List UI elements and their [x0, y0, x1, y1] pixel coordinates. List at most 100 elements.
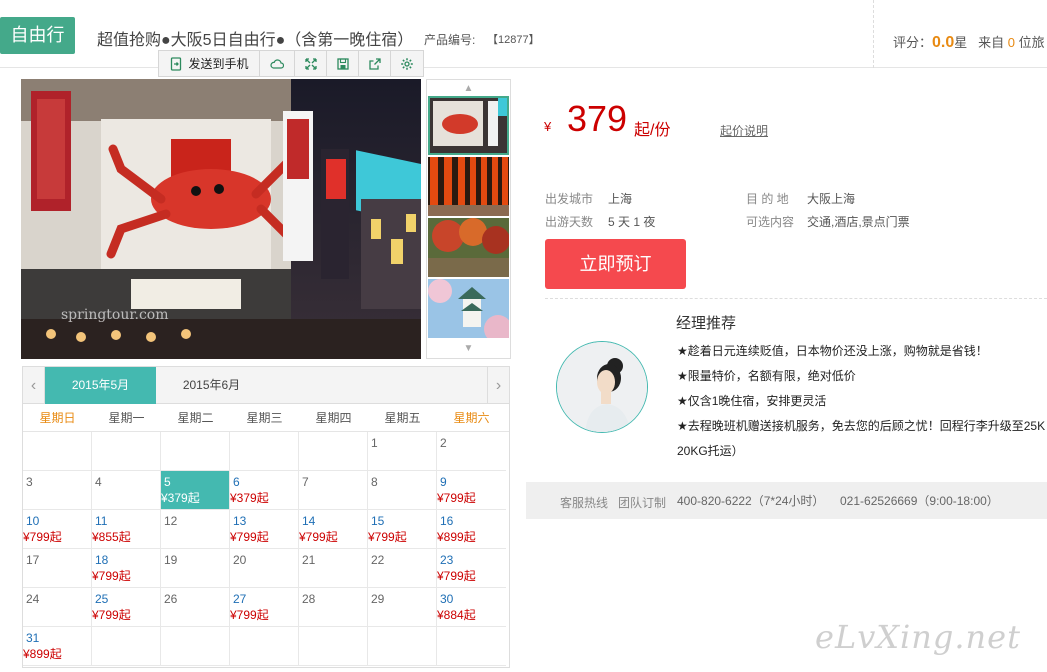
recommend-point-1: ★趁着日元连续贬值，日本物价还没上涨，购物就是省钱！ [677, 344, 988, 358]
calendar-day-22: 22 [368, 549, 437, 588]
thumbnail-strip: ▲ ▼ [426, 79, 511, 359]
day-price: ¥799起 [230, 530, 269, 544]
send-to-phone-label: 发送到手机 [188, 57, 249, 71]
send-to-phone-button[interactable]: 发送到手机 [159, 51, 260, 76]
weekday-wed: 星期三 [246, 411, 283, 425]
month-tab-june[interactable]: 2015年6月 [156, 367, 267, 404]
calendar-day-12: 12 [161, 510, 230, 549]
calendar-day-27[interactable]: 27 ¥799起 [230, 588, 299, 627]
day-price: ¥799起 [92, 569, 131, 583]
calendar-day-16[interactable]: 16 ¥899起 [437, 510, 506, 549]
settings-icon [401, 57, 413, 70]
thumb-torii-gates [428, 157, 509, 216]
calendar-day-18[interactable]: 18 ¥799起 [92, 549, 161, 588]
calendar-day-4: 4 [92, 471, 161, 510]
weekday-sun: 星期日 [39, 411, 76, 425]
calendar-day-11[interactable]: 11 ¥855起 [92, 510, 161, 549]
day-number: 5 [164, 475, 171, 489]
day-price: ¥884起 [437, 608, 476, 622]
month-tab-may[interactable]: 2015年5月 [45, 367, 156, 404]
calendar-next-icon[interactable]: › [487, 367, 509, 404]
calendar-day-9[interactable]: 9 ¥799起 [437, 471, 506, 510]
thumbs-up-arrow-icon[interactable]: ▲ [427, 80, 510, 96]
day-number: 9 [440, 475, 447, 489]
calendar-day-6[interactable]: 6 ¥379起 [230, 471, 299, 510]
day-number: 13 [233, 514, 247, 528]
rating-label: 评分： [893, 35, 933, 50]
calendar-header: ‹ 2015年5月 2015年6月 › [23, 367, 509, 404]
hotline-label: 客服热线 [560, 496, 609, 510]
calendar-day-19: 19 [161, 549, 230, 588]
cloud-button[interactable] [260, 51, 295, 76]
calendar-day-30[interactable]: 30 ¥884起 [437, 588, 506, 627]
day-number: 25 [95, 592, 109, 606]
day-number: 6 [233, 475, 240, 489]
recommend-point-3: ★仅含1晚住宿，安排更灵活 [677, 394, 827, 408]
thumbnail-4[interactable] [428, 279, 509, 338]
day-number: 28 [302, 592, 316, 606]
calendar-prev-icon[interactable]: ‹ [23, 367, 45, 404]
weekday-thu: 星期四 [315, 411, 352, 425]
weekday-mon: 星期一 [108, 411, 145, 425]
review-count[interactable]: 0 [1008, 35, 1015, 50]
main-product-photo[interactable]: springtour.com [21, 79, 421, 359]
day-number: 10 [26, 514, 40, 528]
rating-unit: 星 [954, 35, 968, 50]
day-number: 21 [302, 553, 316, 567]
day-price: ¥799起 [299, 530, 338, 544]
thumbs-down-arrow-icon[interactable]: ▼ [427, 340, 510, 356]
settings-button[interactable] [391, 51, 423, 76]
calendar-day-31[interactable]: 31 ¥899起 [23, 627, 92, 666]
calendar-empty-cell [92, 627, 161, 666]
price-explanation-link[interactable]: 起价说明 [720, 122, 768, 139]
rating-summary: 评分：0.0星 来自 0 位旅 [893, 32, 1045, 52]
product-number: 【12877】 [487, 34, 540, 46]
hotline-bar: 客服热线 团队订制 400-820-6222（7*24小时） 021-62526… [526, 482, 1047, 519]
depart-city-label: 出发城市 [545, 192, 594, 206]
calendar-empty-cell [299, 627, 368, 666]
calendar-day-14[interactable]: 14 ¥799起 [299, 510, 368, 549]
calendar-day-13[interactable]: 13 ¥799起 [230, 510, 299, 549]
currency-symbol: ¥ [544, 119, 552, 134]
thumbnail-1[interactable] [428, 96, 509, 155]
manager-recommend-title: 经理推荐 [676, 315, 737, 332]
calendar-day-5[interactable]: 5 ¥379起 [161, 471, 230, 510]
destination-label: 目 的 地 [746, 192, 789, 206]
day-price: ¥799起 [230, 608, 269, 622]
day-number: 2 [440, 436, 447, 450]
recommend-point-4-cont: 20KG托运） [677, 444, 744, 458]
calendar-day-23[interactable]: 23 ¥799起 [437, 549, 506, 588]
calendar-day-10[interactable]: 10 ¥799起 [23, 510, 92, 549]
product-type-badge: 自由行 [0, 17, 75, 54]
weekday-tue: 星期二 [177, 411, 214, 425]
departure-calendar: ‹ 2015年5月 2015年6月 › 星期日 星期一 星期二 星期三 星期四 … [22, 366, 510, 668]
calendar-empty-cell [161, 432, 230, 471]
cloud-icon [270, 58, 284, 69]
day-number: 4 [95, 475, 102, 489]
calendar-day-15[interactable]: 15 ¥799起 [368, 510, 437, 549]
calendar-day-25[interactable]: 25 ¥799起 [92, 588, 161, 627]
product-number-label: 产品编号: [424, 33, 476, 47]
image-toolbar: 发送到手机 [158, 50, 424, 77]
product-title: 超值抢购●大阪5日自由行●（含第一晚住宿） [97, 32, 414, 49]
thumbnail-3[interactable] [428, 218, 509, 277]
calendar-day-21: 21 [299, 549, 368, 588]
share-button[interactable] [359, 51, 391, 76]
day-number: 11 [95, 514, 108, 528]
book-now-button[interactable]: 立即预订 [545, 239, 686, 289]
day-number: 1 [371, 436, 378, 450]
fullscreen-button[interactable] [295, 51, 327, 76]
weekday-row: 星期日 星期一 星期二 星期三 星期四 星期五 星期六 [23, 404, 509, 432]
day-number: 26 [164, 592, 178, 606]
thumbnail-2[interactable] [428, 157, 509, 216]
calendar-empty-cell [23, 432, 92, 471]
day-number: 23 [440, 553, 454, 567]
trip-days-value: 5 天 1 夜 [608, 215, 656, 229]
options-label: 可选内容 [746, 215, 795, 229]
depart-city-value: 上海 [608, 192, 633, 206]
calendar-empty-cell [230, 627, 299, 666]
calendar-empty-cell [161, 627, 230, 666]
calendar-empty-cell [437, 627, 506, 666]
calendar-day-3: 3 [23, 471, 92, 510]
save-button[interactable] [327, 51, 359, 76]
